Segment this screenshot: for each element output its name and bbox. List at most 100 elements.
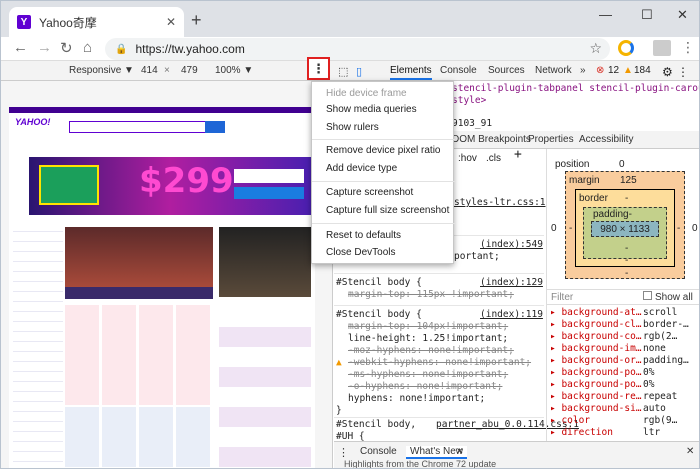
- tab-console[interactable]: Console: [440, 65, 477, 76]
- node-id[interactable]: 9103_91: [452, 118, 492, 130]
- menu-item-close-devtools[interactable]: Close DevTools: [326, 247, 395, 258]
- tab-properties[interactable]: Properties: [528, 134, 574, 145]
- computed-prop[interactable]: background-po…: [561, 367, 641, 378]
- address-bar[interactable]: 🔒 https://tw.yahoo.com ☆: [105, 38, 610, 60]
- news-image[interactable]: [65, 227, 213, 287]
- close-whats-new-icon[interactable]: ✕: [456, 446, 464, 457]
- news-caption[interactable]: [65, 287, 213, 299]
- margin-right-value[interactable]: -: [677, 223, 680, 235]
- computed-prop[interactable]: background-re…: [561, 391, 641, 402]
- inspect-element-icon[interactable]: ⬚: [338, 65, 348, 78]
- rule-4-selector[interactable]: #Stencil body,: [336, 419, 416, 431]
- new-tab-button[interactable]: +: [191, 10, 202, 31]
- content-box[interactable]: 980 × 1133: [591, 221, 659, 237]
- menu-item-show-rulers[interactable]: Show rulers: [326, 122, 379, 133]
- computed-prop[interactable]: background-po…: [561, 379, 641, 390]
- device-width-input[interactable]: 414: [141, 65, 158, 76]
- back-arrow-icon[interactable]: ←: [13, 39, 28, 56]
- rule-3-prop-2[interactable]: line-height: 1.25!important;: [348, 333, 508, 345]
- padding-bottom-value[interactable]: -: [625, 243, 628, 255]
- rule-3-prop-1[interactable]: margin-top: 104px!important;: [348, 321, 508, 333]
- computed-prop[interactable]: background-or…: [561, 355, 641, 366]
- bookmark-star-icon[interactable]: ☆: [589, 40, 602, 57]
- stylesheet-link[interactable]: styles-ltr.css:1: [454, 197, 546, 209]
- yahoo-logo[interactable]: YAHOO!: [15, 117, 50, 127]
- menu-item-capture-screenshot[interactable]: Capture screenshot: [326, 187, 413, 198]
- maximize-icon[interactable]: ☐: [641, 7, 653, 23]
- rule-link-1[interactable]: (index):549: [480, 239, 543, 251]
- device-toggle-icon[interactable]: ▯: [356, 65, 362, 78]
- zoom-select[interactable]: 100% ▼: [215, 65, 253, 76]
- border-bottom-value[interactable]: -: [625, 255, 628, 267]
- promo-banner[interactable]: $299: [29, 157, 311, 215]
- rule-3-prop-4[interactable]: -webkit-hyphens: none!important;: [348, 357, 531, 369]
- forward-arrow-icon[interactable]: →: [37, 39, 52, 56]
- yahoo-page-preview[interactable]: YAHOO! $299: [9, 107, 315, 468]
- menu-item-reset-to-defaults[interactable]: Reset to defaults: [326, 230, 401, 241]
- menu-item-remove-dpr[interactable]: Remove device pixel ratio: [326, 145, 441, 156]
- video-thumbnail[interactable]: [219, 227, 311, 297]
- drawer-tab-console[interactable]: Console: [360, 446, 397, 457]
- devtools-menu-icon[interactable]: ⋮: [677, 65, 689, 79]
- rule-link-2[interactable]: (index):129: [480, 277, 543, 289]
- profile-icon[interactable]: [653, 40, 671, 56]
- tab-elements[interactable]: Elements: [390, 65, 432, 80]
- error-icon[interactable]: ⊗: [596, 65, 604, 76]
- product-grid-2[interactable]: [65, 407, 213, 467]
- yahoo-search-input[interactable]: [69, 121, 219, 133]
- computed-prop[interactable]: direction: [561, 427, 612, 438]
- dom-line-2[interactable]: style>: [452, 95, 486, 107]
- close-tab-icon[interactable]: ✕: [166, 15, 176, 29]
- margin-bottom-value[interactable]: -: [625, 268, 628, 280]
- right-position-value[interactable]: 0: [692, 223, 698, 235]
- minimize-icon[interactable]: —: [599, 7, 612, 22]
- more-options-button[interactable]: ⋮: [307, 57, 330, 80]
- rule-3-prop-7[interactable]: hyphens: none!important;: [348, 393, 485, 405]
- margin-top-value[interactable]: 125: [620, 175, 637, 187]
- more-tabs-icon[interactable]: »: [580, 65, 586, 76]
- rule-3-prop-5[interactable]: -ms-hyphens: none!important;: [348, 369, 508, 381]
- close-drawer-icon[interactable]: ✕: [686, 446, 694, 457]
- dom-line-1[interactable]: stencil-plugin-tabpanel stencil-plugin-c…: [452, 83, 699, 95]
- tab-dom-breakpoints[interactable]: DOM Breakpoints: [452, 134, 531, 145]
- tab-accessibility[interactable]: Accessibility: [579, 134, 633, 145]
- computed-prop[interactable]: background-si…: [561, 403, 641, 414]
- tab-yahoo[interactable]: Y Yahoo奇摩 ✕: [9, 7, 184, 37]
- menu-item-capture-full-size-screenshot[interactable]: Capture full size screenshot: [326, 205, 449, 216]
- new-rule-icon[interactable]: +: [514, 148, 522, 160]
- chrome-menu-icon[interactable]: ⋮: [681, 39, 695, 56]
- left-nav-list[interactable]: [13, 222, 63, 462]
- computed-prop[interactable]: background-cl…: [561, 319, 641, 330]
- computed-prop[interactable]: background-at…: [561, 307, 641, 318]
- yahoo-search-button[interactable]: [205, 121, 225, 133]
- left-position-value[interactable]: 0: [551, 223, 557, 235]
- rule-link-3[interactable]: (index):119: [480, 309, 543, 321]
- rule-3-selector[interactable]: #Stencil body {: [336, 309, 422, 321]
- menu-item-show-media-queries[interactable]: Show media queries: [326, 104, 417, 115]
- tab-sources[interactable]: Sources: [488, 65, 525, 76]
- home-icon[interactable]: ⌂: [83, 39, 92, 56]
- show-all-checkbox[interactable]: [643, 291, 652, 300]
- product-grid[interactable]: [65, 305, 213, 405]
- computed-filter-input[interactable]: Filter: [551, 292, 573, 303]
- settings-gear-icon[interactable]: ⚙: [662, 65, 673, 79]
- margin-left-value[interactable]: -: [569, 223, 572, 235]
- extension-icon[interactable]: [618, 40, 634, 56]
- computed-prop[interactable]: background-co…: [561, 331, 641, 342]
- hov-toggle[interactable]: :hov: [458, 153, 477, 165]
- device-height-input[interactable]: 479: [181, 65, 198, 76]
- rule-2-selector[interactable]: #Stencil body {: [336, 277, 422, 289]
- side-content-list[interactable]: [219, 307, 311, 467]
- rule-2-prop[interactable]: margin-top: 115px !important;: [348, 289, 514, 301]
- menu-item-add-device-type[interactable]: Add device type: [326, 163, 397, 174]
- rule-3-prop-6[interactable]: -o-hyphens: none!important;: [348, 381, 502, 393]
- tab-network[interactable]: Network: [535, 65, 572, 76]
- rule-3-prop-3[interactable]: -moz-hyphens: none!important;: [348, 345, 514, 357]
- drawer-menu-icon[interactable]: ⋮: [338, 446, 349, 459]
- computed-prop[interactable]: background-im…: [561, 343, 641, 354]
- device-mode-select[interactable]: Responsive ▼: [69, 65, 134, 76]
- warning-icon[interactable]: ▲: [623, 65, 633, 76]
- reload-icon[interactable]: ↻: [60, 39, 73, 57]
- border-value[interactable]: -: [625, 193, 628, 205]
- position-value[interactable]: 0: [619, 159, 625, 171]
